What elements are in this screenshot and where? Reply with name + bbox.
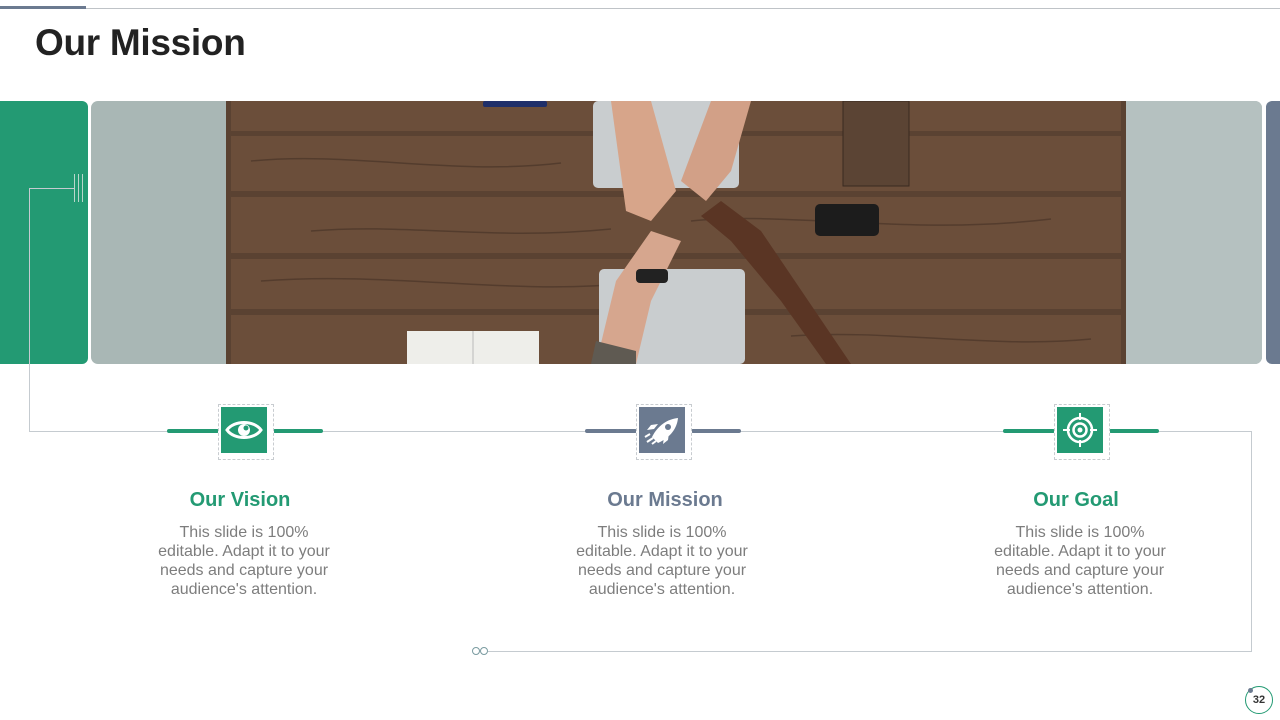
target-icon bbox=[1063, 413, 1097, 447]
vision-segment-right bbox=[273, 429, 323, 433]
panel-tick-marks bbox=[74, 174, 86, 202]
mission-text: This slide is 100% editable. Adapt it to… bbox=[576, 524, 748, 598]
goal-icon-frame bbox=[1054, 404, 1110, 460]
goal-text: This slide is 100% editable. Adapt it to… bbox=[994, 524, 1166, 598]
goal-title: Our Goal bbox=[1033, 489, 1119, 511]
connector-bottom-horizontal bbox=[488, 651, 1252, 652]
vision-segment-left bbox=[167, 429, 219, 433]
mission-segment-right bbox=[691, 429, 741, 433]
rocket-icon bbox=[644, 418, 678, 445]
connector-left-stub bbox=[29, 188, 74, 189]
mission-title: Our Mission bbox=[607, 489, 723, 511]
vision-text: This slide is 100% editable. Adapt it to… bbox=[158, 524, 330, 598]
team-photo bbox=[91, 101, 1262, 364]
vision-icon-box bbox=[221, 407, 267, 453]
connector-left-vertical bbox=[29, 188, 30, 432]
slate-side-panel bbox=[1266, 101, 1280, 364]
mission-segment-left bbox=[585, 429, 637, 433]
top-accent-bar bbox=[0, 6, 86, 9]
eye-icon bbox=[225, 421, 263, 439]
vision-title: Our Vision bbox=[189, 489, 291, 511]
goal-segment-left bbox=[1003, 429, 1055, 433]
mission-icon-frame bbox=[636, 404, 692, 460]
team-fist-bump-photo bbox=[91, 101, 1262, 364]
mission-icon-box bbox=[639, 407, 685, 453]
connector-right-vertical bbox=[1251, 431, 1252, 651]
top-divider bbox=[0, 8, 1280, 9]
goal-icon-box bbox=[1057, 407, 1103, 453]
green-side-panel bbox=[0, 101, 88, 364]
page-badge-dot bbox=[1248, 688, 1253, 693]
slide-title: Our Mission bbox=[35, 22, 246, 63]
connector-ring bbox=[472, 647, 480, 655]
connector-ring bbox=[480, 647, 488, 655]
vision-icon-frame bbox=[218, 404, 274, 460]
goal-segment-right bbox=[1109, 429, 1159, 433]
